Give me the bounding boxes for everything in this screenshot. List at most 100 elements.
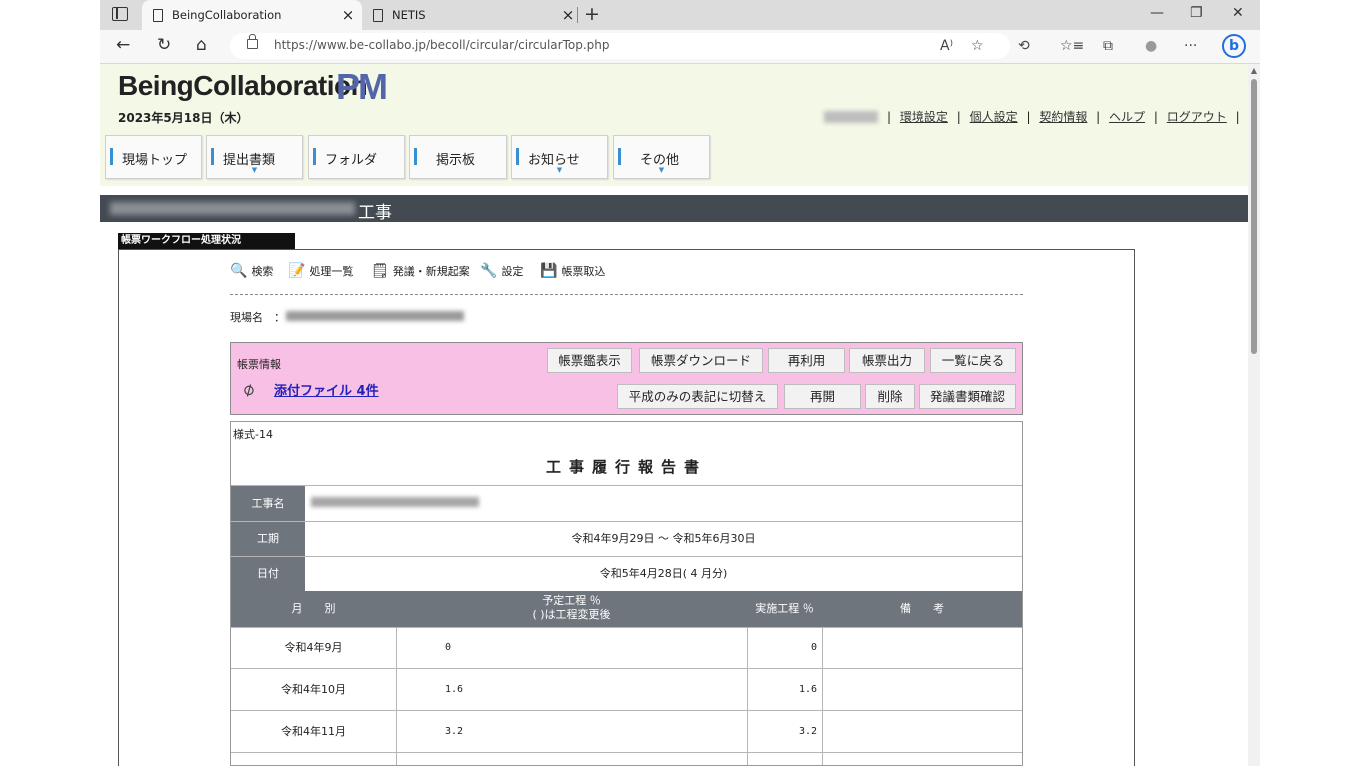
table-row: 令和4年9月 0 0 [231, 627, 1022, 668]
resume-button[interactable]: 再開 [784, 384, 861, 409]
period-value: 令和4年9月29日 ～ 令和5年6月30日 [571, 532, 756, 545]
table-row: 令和4年11月 3.2 3.2 [231, 710, 1022, 752]
back-icon[interactable]: ← [116, 35, 130, 55]
address-toolbar: ← ↻ ⌂ https://www.be-collabo.jp/becoll/c… [100, 30, 1260, 64]
confirm-docs-button[interactable]: 発議書類確認 [919, 384, 1016, 409]
address-bar[interactable]: https://www.be-collabo.jp/becoll/circula… [230, 33, 1010, 59]
tool-new-proposal[interactable]: 🗒 発議・新規起案 [371, 263, 470, 279]
table-row [231, 752, 1022, 765]
tool-import-form[interactable]: 💾 帳票取込 [540, 263, 605, 279]
form-download-button[interactable]: 帳票ダウンロード [639, 348, 763, 373]
label-period: 工期 [231, 522, 305, 556]
chevron-down-icon: ▼ [658, 166, 665, 174]
scrollbar-thumb[interactable] [1251, 79, 1257, 354]
left-backdrop [0, 0, 100, 766]
paperclip-icon: ⌀ [238, 377, 259, 402]
profile-icon[interactable]: ● [1145, 38, 1157, 54]
page-icon [153, 8, 163, 22]
page-viewport: BeingCollaboration PM 2023年5月18日（木） | 環境… [100, 64, 1260, 766]
home-icon[interactable]: ⌂ [196, 35, 207, 55]
form-number: 様式-14 [233, 428, 273, 441]
tab-actions-icon[interactable] [112, 7, 128, 21]
genba-label: 現場名 ： [230, 311, 285, 324]
report-document: 様式-14 工事履行報告書 工事名 工期 令和4年9月29日 ～ 令和5年6月3… [230, 421, 1023, 766]
current-date: 2023年5月18日（木） [118, 111, 249, 125]
logo[interactable]: BeingCollaboration [118, 70, 368, 102]
tool-settings[interactable]: 🔧 設定 [480, 263, 523, 279]
read-aloud-icon[interactable]: A⁾ [940, 38, 953, 54]
url-text: https://www.be-collabo.jp/becoll/circula… [274, 38, 610, 52]
genba-name-redacted [286, 311, 464, 321]
right-backdrop [1260, 0, 1360, 766]
row-project-name: 工事名 [231, 485, 1022, 521]
tool-process-list[interactable]: 📝 処理一覧 [288, 263, 353, 279]
table-header: 月 別 予定工程 ％ ( )は工程変更後 実施工程 ％ 備 考 [231, 591, 1022, 627]
wrench-icon: 🔧 [480, 263, 498, 279]
minimize-icon[interactable]: — [1150, 5, 1164, 21]
link-personal-settings[interactable]: 個人設定 [970, 110, 1018, 124]
form-info-panel: 帳票情報 ⌀ 添付ファイル 4件 帳票鑑表示 帳票ダウンロード 再利用 帳票出力… [230, 342, 1023, 415]
tab-strip: BeingCollaboration × NETIS × + — ❐ ✕ [100, 0, 1260, 30]
site-header: BeingCollaboration PM 2023年5月18日（木） | 環境… [100, 64, 1248, 186]
bing-chat-icon[interactable]: b [1222, 34, 1246, 58]
favorite-icon[interactable]: ☆ [971, 38, 984, 54]
notepad-icon: 🗒 [371, 263, 389, 279]
label-date: 日付 [231, 557, 305, 591]
row-period: 工期 令和4年9月29日 ～ 令和5年6月30日 [231, 521, 1022, 556]
floppy-icon: 💾 [540, 263, 558, 279]
logo-pm: PM [336, 66, 388, 107]
divider [230, 294, 1023, 295]
col-planned: 予定工程 ％ ( )は工程変更後 [396, 591, 747, 627]
close-window-icon[interactable]: ✕ [1232, 5, 1244, 21]
col-actual: 実施工程 ％ [747, 591, 822, 627]
browser-window: BeingCollaboration × NETIS × + — ❐ ✕ ← ↻… [100, 0, 1260, 766]
tab-title: BeingCollaboration [172, 8, 282, 22]
restore-icon[interactable]: ❐ [1190, 5, 1203, 21]
search-icon: 🔍 [230, 263, 248, 279]
back-to-list-button[interactable]: 一覧に戻る [930, 348, 1016, 373]
col-remarks: 備 考 [822, 591, 1022, 627]
attachments-link[interactable]: 添付ファイル 4件 [274, 380, 379, 399]
collections-icon[interactable]: ⧉ [1103, 38, 1113, 54]
label-project-name: 工事名 [231, 486, 305, 521]
nav-genba-top[interactable]: 現場トップ [105, 135, 202, 179]
extensions-icon[interactable]: ⟲ [1018, 38, 1030, 54]
section-label: 帳票ワークフロー処理状況 [118, 233, 295, 249]
user-name-redacted [824, 111, 878, 123]
project-title-suffix: 工事 [358, 203, 392, 223]
lock-icon [247, 34, 258, 49]
link-logout[interactable]: ログアウト [1167, 110, 1227, 124]
chevron-down-icon: ▼ [556, 166, 563, 174]
nav-other[interactable]: その他 ▼ [613, 135, 710, 179]
date-value: 令和5年4月28日( 4 月分) [599, 567, 728, 580]
heisei-toggle-button[interactable]: 平成のみの表記に切替え [617, 384, 778, 409]
form-cover-button[interactable]: 帳票鑑表示 [547, 348, 632, 373]
new-tab-icon[interactable]: + [584, 3, 600, 25]
more-icon[interactable]: ··· [1184, 38, 1197, 54]
favorites-list-icon[interactable]: ☆≡ [1060, 38, 1084, 54]
chevron-down-icon: ▼ [251, 166, 258, 174]
close-tab-icon[interactable]: × [560, 6, 576, 24]
delete-button[interactable]: 削除 [865, 384, 915, 409]
reuse-button[interactable]: 再利用 [768, 348, 845, 373]
tool-search[interactable]: 🔍 検索 [230, 263, 273, 279]
form-output-button[interactable]: 帳票出力 [849, 348, 925, 373]
report-title: 工事履行報告書 [545, 458, 707, 476]
close-tab-icon[interactable]: × [340, 6, 356, 24]
nav-bulletin-board[interactable]: 掲示板 [409, 135, 507, 179]
nav-notices[interactable]: お知らせ ▼ [511, 135, 608, 179]
link-environment-settings[interactable]: 環境設定 [900, 110, 948, 124]
link-help[interactable]: ヘルプ [1109, 110, 1145, 124]
reload-icon[interactable]: ↻ [157, 35, 171, 55]
project-name-redacted [311, 497, 479, 507]
tab-netis[interactable]: NETIS × [362, 0, 582, 30]
form-info-title: 帳票情報 [237, 358, 281, 371]
nav-folder[interactable]: フォルダ [308, 135, 405, 179]
nav-submissions[interactable]: 提出書類 ▼ [206, 135, 303, 179]
tab-title: NETIS [392, 8, 426, 22]
col-month: 月 別 [231, 591, 396, 627]
tab-beingcollaboration[interactable]: BeingCollaboration × [142, 0, 362, 30]
table-row: 令和4年10月 1.6 1.6 [231, 668, 1022, 710]
scroll-up-icon[interactable]: ▲ [1248, 66, 1260, 75]
link-contract-info[interactable]: 契約情報 [1039, 110, 1087, 124]
